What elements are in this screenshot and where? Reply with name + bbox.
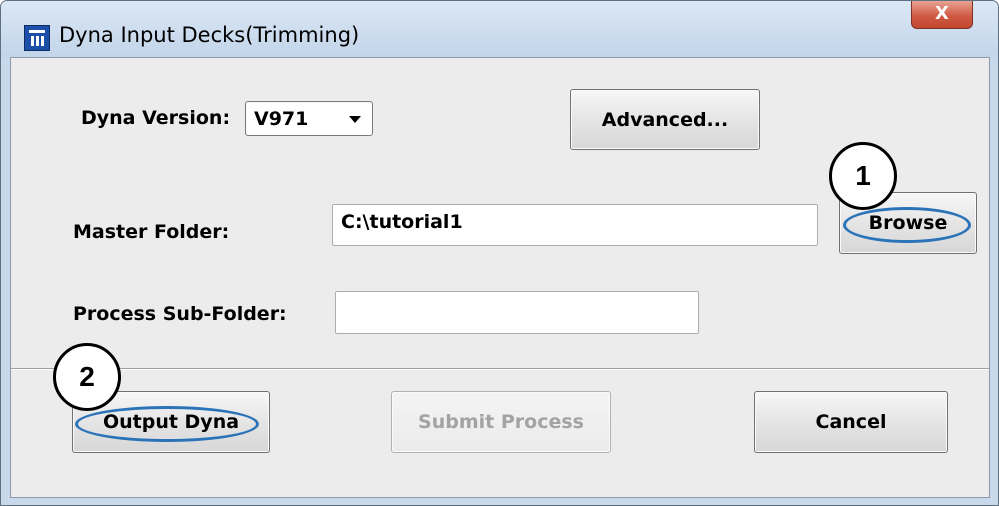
dyna-version-label: Dyna Version: xyxy=(81,107,231,129)
submit-process-button[interactable]: Submit Process xyxy=(391,391,611,453)
process-subfolder-label: Process Sub-Folder: xyxy=(73,303,287,325)
submit-process-button-label: Submit Process xyxy=(418,411,584,433)
close-button[interactable]: X xyxy=(911,1,973,29)
advanced-button[interactable]: Advanced... xyxy=(570,89,760,150)
chevron-down-icon xyxy=(349,116,361,123)
process-subfolder-input[interactable] xyxy=(335,291,699,334)
browse-highlight-ellipse xyxy=(843,207,971,243)
output-dyna-highlight-ellipse xyxy=(75,406,259,442)
master-folder-value: C:\tutorial1 xyxy=(341,211,463,233)
dyna-version-value: V971 xyxy=(254,108,309,130)
step-2-number: 2 xyxy=(79,361,95,392)
close-icon: X xyxy=(935,3,949,24)
step-1-callout: 1 xyxy=(829,142,897,210)
advanced-button-label: Advanced... xyxy=(601,108,729,131)
title-bar[interactable]: Dyna Input Decks(Trimming) X xyxy=(1,1,998,57)
app-logo-icon xyxy=(24,25,50,51)
window-title: Dyna Input Decks(Trimming) xyxy=(59,23,360,47)
cancel-button-label: Cancel xyxy=(815,411,887,433)
master-folder-input[interactable]: C:\tutorial1 xyxy=(332,204,818,246)
step-2-callout: 2 xyxy=(53,343,121,411)
step-1-number: 1 xyxy=(855,160,871,191)
dyna-version-select[interactable]: V971 xyxy=(245,101,373,136)
master-folder-label: Master Folder: xyxy=(73,221,230,243)
cancel-button[interactable]: Cancel xyxy=(754,391,948,453)
section-divider xyxy=(11,368,989,370)
